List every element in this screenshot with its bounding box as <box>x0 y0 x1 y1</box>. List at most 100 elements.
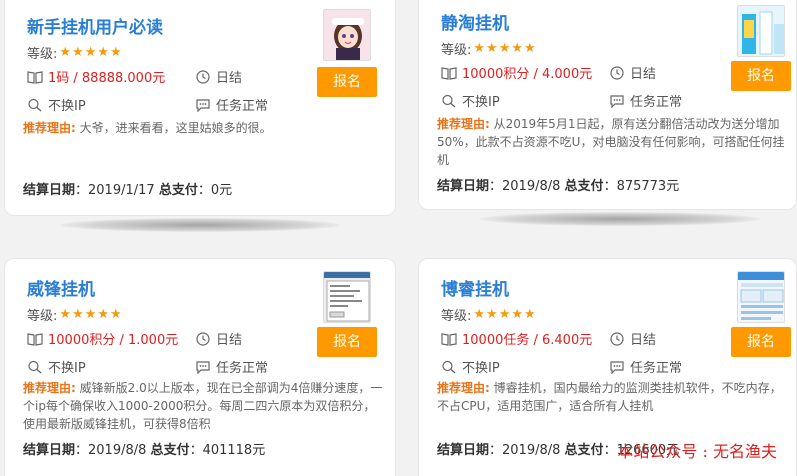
reason-text: 从2019年5月1日起，原有送分翻倍活动改为送分增加50%，此款不占资源不吃U，… <box>437 117 785 167</box>
signup-button[interactable]: 报名 <box>731 327 791 357</box>
book-icon <box>441 66 457 80</box>
cycle-row: 日结 <box>195 329 242 348</box>
recommend-reason: 推荐理由: 从2019年5月1日起，原有送分翻倍活动改为送分增加50%，此款不占… <box>437 115 787 169</box>
cycle-text: 日结 <box>216 333 243 348</box>
settle-date: ：2019/8/8 <box>489 443 561 458</box>
settle-label: 结算日期 <box>23 443 76 458</box>
star-rating: ★★★★★ <box>59 45 123 60</box>
status-row: 任务正常 <box>609 357 682 376</box>
settle-date: ：2019/8/8 <box>75 443 147 458</box>
status-text: 任务正常 <box>630 95 683 110</box>
ip-row: 不换IP <box>441 91 500 110</box>
settle-row: 结算日期：2019/8/8 总支付：875773元 <box>437 175 679 194</box>
ip-text: 不换IP <box>462 95 500 110</box>
card-thumbnail <box>323 271 371 323</box>
price-row: 10000积分 / 4.000元 <box>441 63 592 82</box>
price-text: 1码 / 88888.000元 <box>48 71 166 86</box>
ip-row: 不换IP <box>27 95 86 114</box>
cycle-text: 日结 <box>630 333 657 348</box>
level-row: 等级: ★★★★★ <box>441 305 537 324</box>
book-icon <box>27 70 43 84</box>
price-row: 1码 / 88888.000元 <box>27 67 165 86</box>
pay-value: ：401118元 <box>189 443 266 458</box>
reason-label: 推荐理由: <box>23 381 76 395</box>
ip-row: 不换IP <box>27 357 86 376</box>
signup-button[interactable]: 报名 <box>731 61 791 91</box>
settle-row: 结算日期：2019/1/17 总支付：0元 <box>23 179 232 198</box>
chat-icon <box>609 360 625 374</box>
settle-label: 结算日期 <box>437 179 490 194</box>
level-label: 等级: <box>27 309 58 324</box>
cycle-row: 日结 <box>609 329 656 348</box>
reason-label: 推荐理由: <box>23 121 76 135</box>
chat-icon <box>609 94 625 108</box>
settle-date: ：2019/1/17 <box>75 183 155 198</box>
ip-text: 不换IP <box>48 361 86 376</box>
clock-icon <box>609 331 625 346</box>
pay-label: 总支付 <box>564 443 604 458</box>
card-shadow <box>480 212 760 226</box>
recommend-reason: 推荐理由: 博睿挂机，国内最给力的监测类挂机软件，不吃内存，不占CPU，适用范围… <box>437 379 787 415</box>
card-title[interactable]: 博睿挂机 <box>441 275 509 300</box>
task-card-newbie: 新手挂机用户必读 等级: ★★★★★ 1码 / 88888.000元 日结 不换… <box>4 0 396 216</box>
ip-row: 不换IP <box>441 357 500 376</box>
cycle-text: 日结 <box>630 67 657 82</box>
book-icon <box>441 332 457 346</box>
chat-icon <box>195 360 211 374</box>
status-row: 任务正常 <box>195 95 268 114</box>
pay-value: ：0元 <box>197 183 233 198</box>
search-icon <box>27 98 43 112</box>
search-icon <box>27 360 43 374</box>
clock-icon <box>195 331 211 346</box>
price-text: 10000积分 / 1.000元 <box>48 333 179 348</box>
price-text: 10000积分 / 4.000元 <box>462 67 593 82</box>
card-thumbnail <box>737 5 785 57</box>
level-row: 等级: ★★★★★ <box>27 43 123 62</box>
status-text: 任务正常 <box>216 361 269 376</box>
status-text: 任务正常 <box>216 99 269 114</box>
settle-label: 结算日期 <box>23 183 76 198</box>
clock-icon <box>195 69 211 84</box>
task-card-jingtao: 静淘挂机 等级: ★★★★★ 10000积分 / 4.000元 日结 不换IP … <box>418 0 797 210</box>
card-title[interactable]: 静淘挂机 <box>441 9 509 34</box>
clock-icon <box>609 65 625 80</box>
pay-label: 总支付 <box>150 443 190 458</box>
search-icon <box>441 360 457 374</box>
ip-text: 不换IP <box>462 361 500 376</box>
status-row: 任务正常 <box>195 357 268 376</box>
price-row: 10000任务 / 6.400元 <box>441 329 592 348</box>
cycle-row: 日结 <box>195 67 242 86</box>
settle-label: 结算日期 <box>437 443 490 458</box>
cycle-row: 日结 <box>609 63 656 82</box>
book-icon <box>27 332 43 346</box>
search-icon <box>441 94 457 108</box>
reason-label: 推荐理由: <box>437 117 490 131</box>
chat-icon <box>195 98 211 112</box>
card-thumbnail <box>737 271 785 323</box>
recommend-reason: 推荐理由: 威锋新版2.0以上版本，现在已全部调为4倍赚分速度，一个ip每个确保… <box>23 379 383 433</box>
card-shadow <box>60 218 340 232</box>
level-label: 等级: <box>441 309 472 324</box>
pay-label: 总支付 <box>564 179 604 194</box>
settle-row: 结算日期：2019/8/8 总支付：401118元 <box>23 439 265 458</box>
card-title[interactable]: 威锋挂机 <box>27 275 95 300</box>
signup-button[interactable]: 报名 <box>317 327 377 357</box>
cycle-text: 日结 <box>216 71 243 86</box>
star-rating: ★★★★★ <box>473 41 537 56</box>
star-rating: ★★★★★ <box>59 307 123 322</box>
level-row: 等级: ★★★★★ <box>441 39 537 58</box>
card-title[interactable]: 新手挂机用户必读 <box>27 13 163 38</box>
reason-text: 威锋新版2.0以上版本，现在已全部调为4倍赚分速度，一个ip每个确保收入1000… <box>23 381 383 431</box>
card-thumbnail <box>323 9 371 61</box>
task-card-weifeng: 威锋挂机 等级: ★★★★★ 10000积分 / 1.000元 日结 不换IP … <box>4 258 396 476</box>
price-text: 10000任务 / 6.400元 <box>462 333 593 348</box>
pay-value: ：875773元 <box>603 179 680 194</box>
status-row: 任务正常 <box>609 91 682 110</box>
star-rating: ★★★★★ <box>473 307 537 322</box>
level-label: 等级: <box>27 47 58 62</box>
signup-button[interactable]: 报名 <box>317 67 377 97</box>
settle-date: ：2019/8/8 <box>489 179 561 194</box>
price-row: 10000积分 / 1.000元 <box>27 329 178 348</box>
reason-label: 推荐理由: <box>437 381 490 395</box>
ip-text: 不换IP <box>48 99 86 114</box>
